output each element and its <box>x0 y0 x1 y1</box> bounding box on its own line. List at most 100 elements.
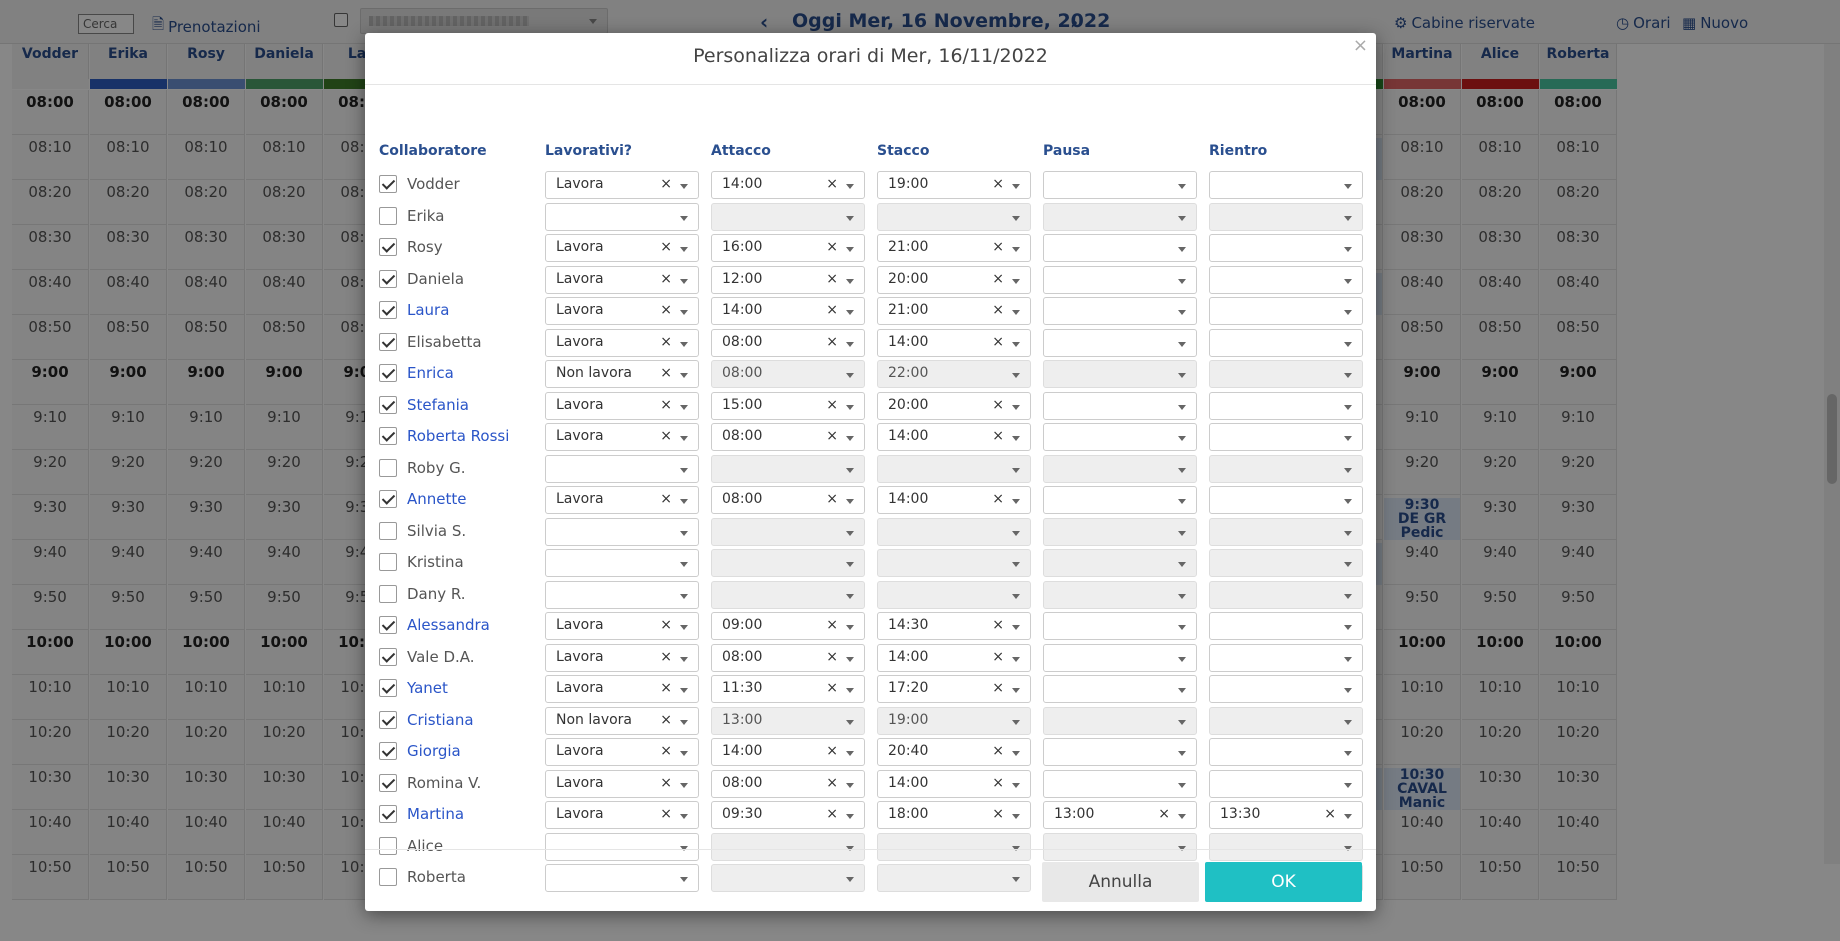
collaborator-checkbox[interactable] <box>379 301 397 319</box>
start-time-select[interactable] <box>711 202 865 231</box>
collaborator-checkbox[interactable] <box>379 710 397 729</box>
collaborator-name[interactable]: Laura <box>407 301 449 319</box>
clear-icon[interactable]: × <box>992 775 1004 791</box>
working-select[interactable]: Lavora × <box>545 486 699 514</box>
clear-icon[interactable]: × <box>992 680 1004 696</box>
return-time-select[interactable] <box>1209 171 1363 199</box>
working-select[interactable]: Lavora × <box>545 612 699 640</box>
collaborator-name[interactable]: Cristiana <box>407 711 474 729</box>
collaborator-checkbox[interactable] <box>379 269 397 288</box>
clear-icon[interactable]: × <box>660 365 672 381</box>
break-time-select[interactable] <box>1043 580 1197 609</box>
clear-icon[interactable]: × <box>660 806 672 822</box>
break-time-select[interactable] <box>1043 202 1197 231</box>
clear-icon[interactable]: × <box>660 680 672 696</box>
return-time-select[interactable] <box>1209 612 1363 640</box>
start-time-select[interactable]: 14:00 × <box>711 297 865 325</box>
break-time-select[interactable] <box>1043 391 1197 420</box>
end-time-select[interactable]: 19:00 <box>877 706 1031 735</box>
end-time-select[interactable] <box>877 454 1031 483</box>
working-select[interactable]: Lavora × <box>545 675 699 703</box>
return-time-select[interactable] <box>1209 234 1363 262</box>
end-time-select[interactable]: 14:00 × <box>877 486 1031 514</box>
clear-icon[interactable]: × <box>660 649 672 665</box>
ok-button[interactable]: OK <box>1205 862 1362 902</box>
break-time-select[interactable] <box>1043 486 1197 514</box>
clear-icon[interactable]: × <box>660 775 672 791</box>
clear-icon[interactable]: × <box>826 649 838 665</box>
end-time-select[interactable]: 20:40 × <box>877 738 1031 766</box>
end-time-select[interactable]: 14:00 × <box>877 769 1031 798</box>
clear-icon[interactable]: × <box>1324 806 1336 822</box>
end-time-select[interactable] <box>877 549 1031 577</box>
cancel-button[interactable]: Annulla <box>1042 862 1199 902</box>
start-time-select[interactable] <box>711 549 865 577</box>
working-select[interactable] <box>545 517 699 546</box>
break-time-select[interactable] <box>1043 454 1197 483</box>
return-time-select[interactable] <box>1209 517 1363 546</box>
break-time-select[interactable] <box>1043 612 1197 640</box>
collaborator-name[interactable]: Roberta Rossi <box>407 427 509 445</box>
return-time-select[interactable] <box>1209 265 1363 294</box>
break-time-select[interactable] <box>1043 328 1197 357</box>
collaborator-checkbox[interactable] <box>379 773 397 792</box>
clear-icon[interactable]: × <box>826 806 838 822</box>
clear-icon[interactable]: × <box>826 743 838 759</box>
collaborator-checkbox[interactable] <box>379 647 397 666</box>
start-time-select[interactable] <box>711 580 865 609</box>
working-select[interactable] <box>545 580 699 609</box>
clear-icon[interactable]: × <box>660 712 672 728</box>
clear-icon[interactable]: × <box>992 239 1004 255</box>
clear-icon[interactable]: × <box>826 680 838 696</box>
collaborator-checkbox[interactable] <box>379 458 397 477</box>
end-time-select[interactable]: 21:00 × <box>877 234 1031 262</box>
collaborator-name[interactable]: Giorgia <box>407 742 461 760</box>
clear-icon[interactable]: × <box>826 302 838 318</box>
break-time-select[interactable] <box>1043 171 1197 199</box>
start-time-select[interactable]: 15:00 × <box>711 391 865 420</box>
end-time-select[interactable]: 22:00 <box>877 360 1031 388</box>
end-time-select[interactable] <box>877 517 1031 546</box>
end-time-select[interactable]: 17:20 × <box>877 675 1031 703</box>
clear-icon[interactable]: × <box>992 428 1004 444</box>
clear-icon[interactable]: × <box>826 334 838 350</box>
clear-icon[interactable]: × <box>992 491 1004 507</box>
end-time-select[interactable]: 20:00 × <box>877 265 1031 294</box>
clear-icon[interactable]: × <box>826 397 838 413</box>
return-time-select[interactable] <box>1209 328 1363 357</box>
collaborator-checkbox[interactable] <box>379 427 397 445</box>
collaborator-name[interactable]: Yanet <box>407 679 448 697</box>
break-time-select[interactable] <box>1043 549 1197 577</box>
working-select[interactable]: Lavora × <box>545 738 699 766</box>
start-time-select[interactable]: 08:00 × <box>711 328 865 357</box>
return-time-select[interactable] <box>1209 391 1363 420</box>
start-time-select[interactable]: 14:00 × <box>711 171 865 199</box>
clear-icon[interactable]: × <box>992 806 1004 822</box>
start-time-select[interactable] <box>711 517 865 546</box>
break-time-select[interactable]: 13:00 × <box>1043 801 1197 829</box>
break-time-select[interactable] <box>1043 643 1197 672</box>
start-time-select[interactable]: 12:00 × <box>711 265 865 294</box>
working-select[interactable]: Lavora × <box>545 801 699 829</box>
working-select[interactable] <box>545 202 699 231</box>
collaborator-name[interactable]: Stefania <box>407 396 469 414</box>
end-time-select[interactable]: 20:00 × <box>877 391 1031 420</box>
start-time-select[interactable]: 08:00 × <box>711 769 865 798</box>
start-time-select[interactable]: 09:30 × <box>711 801 865 829</box>
start-time-select[interactable]: 08:00 × <box>711 643 865 672</box>
clear-icon[interactable]: × <box>826 176 838 192</box>
break-time-select[interactable] <box>1043 423 1197 451</box>
collaborator-checkbox[interactable] <box>379 805 397 823</box>
collaborator-checkbox[interactable] <box>379 175 397 193</box>
working-select[interactable]: Lavora × <box>545 643 699 672</box>
collaborator-checkbox[interactable] <box>379 553 397 571</box>
clear-icon[interactable]: × <box>826 617 838 633</box>
break-time-select[interactable] <box>1043 360 1197 388</box>
clear-icon[interactable]: × <box>660 334 672 350</box>
return-time-select[interactable] <box>1209 423 1363 451</box>
working-select[interactable]: Lavora × <box>545 234 699 262</box>
clear-icon[interactable]: × <box>1158 806 1170 822</box>
collaborator-checkbox[interactable] <box>379 584 397 603</box>
clear-icon[interactable]: × <box>660 239 672 255</box>
collaborator-checkbox[interactable] <box>379 395 397 414</box>
